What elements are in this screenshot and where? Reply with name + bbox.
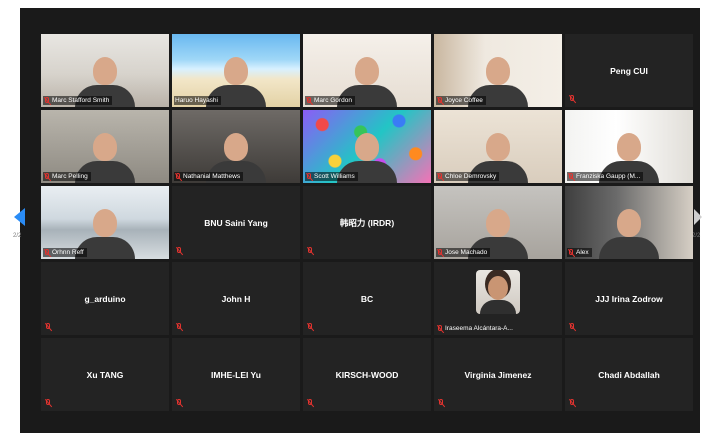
- participant-name: BNU Saini Yang: [204, 217, 268, 228]
- participant-profile-photo: [476, 270, 520, 314]
- muted-microphone-icon: [437, 172, 443, 181]
- previous-page-arrow-icon[interactable]: [14, 208, 25, 226]
- muted-microphone-icon: [44, 248, 50, 257]
- muted-microphone-icon: [44, 172, 50, 181]
- participant-tile[interactable]: Jose Machado: [434, 186, 562, 259]
- participant-name: Joyce Coffee: [445, 97, 483, 104]
- muted-microphone-icon: [568, 172, 574, 181]
- participant-nameplate: Scott Williams: [305, 172, 358, 181]
- muted-microphone-icon: [569, 95, 575, 103]
- participant-nameplate: Alex: [567, 248, 592, 257]
- participant-tile[interactable]: Xu TANG: [41, 338, 169, 411]
- participant-nameplate: Marc Stafford Smith: [43, 96, 113, 105]
- muted-microphone-icon: [44, 96, 50, 105]
- participant-name: Alex: [576, 249, 589, 256]
- participant-name: Xu TANG: [86, 369, 124, 380]
- participant-silhouette: [599, 209, 659, 259]
- participant-tile[interactable]: Chadi Abdallah: [565, 338, 693, 411]
- participant-nameplate: Franziska Gaupp (M...: [567, 172, 644, 181]
- participant-nameplate: Joyce Coffee: [436, 96, 486, 105]
- muted-microphone-icon: [306, 172, 312, 181]
- muted-microphone-icon: [176, 399, 182, 407]
- muted-microphone-icon: [438, 399, 444, 407]
- participant-tile[interactable]: Chloe Demrovsky: [434, 110, 562, 183]
- participant-name: Chadi Abdallah: [598, 369, 660, 380]
- participant-name: Scott Williams: [314, 173, 355, 180]
- page-indicator-right: 2/2: [692, 233, 701, 239]
- participant-tile[interactable]: BNU Saini Yang: [172, 186, 300, 259]
- muted-microphone-icon: [307, 399, 313, 407]
- participant-name: BC: [360, 293, 374, 304]
- participant-name: Iraseema Alcántara-A...: [445, 325, 513, 332]
- participant-tile[interactable]: g_arduino: [41, 262, 169, 335]
- participant-tile[interactable]: IMHE-LEI Yu: [172, 338, 300, 411]
- muted-microphone-icon: [175, 172, 181, 181]
- participant-nameplate: Haruo Hayashi: [174, 96, 221, 105]
- muted-microphone-icon: [569, 323, 575, 331]
- participant-tile[interactable]: BC: [303, 262, 431, 335]
- participant-nameplate: Iraseema Alcántara-A...: [436, 324, 516, 333]
- participant-tile[interactable]: John H: [172, 262, 300, 335]
- participant-tile[interactable]: Franziska Gaupp (M...: [565, 110, 693, 183]
- participant-nameplate: Marc Pelling: [43, 172, 91, 181]
- participant-name: Peng CUI: [610, 65, 648, 76]
- participant-name: JJJ Irina Zodrow: [595, 293, 663, 304]
- participant-name: KIRSCH-WOOD: [335, 369, 399, 380]
- participant-name: g_arduino: [84, 293, 126, 304]
- participant-name: Orhnn Reff: [52, 249, 84, 256]
- participant-tile[interactable]: Marc Stafford Smith: [41, 34, 169, 107]
- participant-name: Nathanial Matthews: [183, 173, 241, 180]
- participant-name: 韩昭力 (IRDR): [339, 217, 395, 228]
- participant-tile[interactable]: JJJ Irina Zodrow: [565, 262, 693, 335]
- participant-nameplate: Orhnn Reff: [43, 248, 87, 257]
- participant-tile[interactable]: 韩昭力 (IRDR): [303, 186, 431, 259]
- muted-microphone-icon: [568, 248, 574, 257]
- muted-microphone-icon: [176, 323, 182, 331]
- muted-microphone-icon: [45, 323, 51, 331]
- participant-name: Haruo Hayashi: [175, 97, 218, 104]
- participant-tile[interactable]: Nathanial Matthews: [172, 110, 300, 183]
- participant-tile[interactable]: Joyce Coffee: [434, 34, 562, 107]
- participant-tile[interactable]: Orhnn Reff: [41, 186, 169, 259]
- participant-name: Jose Machado: [445, 249, 488, 256]
- participant-tile[interactable]: Marc Gordon: [303, 34, 431, 107]
- participant-name: Virginia Jimenez: [464, 369, 532, 380]
- muted-microphone-icon: [569, 399, 575, 407]
- participant-name: Chloe Demrovsky: [445, 173, 497, 180]
- participant-tile[interactable]: Alex: [565, 186, 693, 259]
- participant-nameplate: Jose Machado: [436, 248, 491, 257]
- participant-tile[interactable]: Scott Williams: [303, 110, 431, 183]
- participant-tile[interactable]: Marc Pelling: [41, 110, 169, 183]
- participant-tile[interactable]: Haruo Hayashi: [172, 34, 300, 107]
- participant-name: Marc Pelling: [52, 173, 88, 180]
- participant-name: Franziska Gaupp (M...: [576, 173, 641, 180]
- participant-nameplate: Chloe Demrovsky: [436, 172, 500, 181]
- muted-microphone-icon: [437, 324, 443, 333]
- participant-name: IMHE-LEI Yu: [211, 369, 261, 380]
- page-indicator-left: 2/2: [13, 233, 22, 239]
- participant-name: John H: [221, 293, 251, 304]
- muted-microphone-icon: [437, 96, 443, 105]
- participant-tile[interactable]: Iraseema Alcántara-A...: [434, 262, 562, 335]
- participant-tile[interactable]: KIRSCH-WOOD: [303, 338, 431, 411]
- muted-microphone-icon: [437, 248, 443, 257]
- participant-tile[interactable]: Virginia Jimenez: [434, 338, 562, 411]
- participant-tile[interactable]: Peng CUI: [565, 34, 693, 107]
- participant-nameplate: Nathanial Matthews: [174, 172, 244, 181]
- muted-microphone-icon: [307, 323, 313, 331]
- muted-microphone-icon: [306, 96, 312, 105]
- muted-microphone-icon: [45, 399, 51, 407]
- next-page-arrow-icon[interactable]: [694, 209, 702, 225]
- participant-name: Marc Stafford Smith: [52, 97, 110, 104]
- muted-microphone-icon: [307, 247, 313, 255]
- participant-name: Marc Gordon: [314, 97, 352, 104]
- participant-nameplate: Marc Gordon: [305, 96, 355, 105]
- muted-microphone-icon: [176, 247, 182, 255]
